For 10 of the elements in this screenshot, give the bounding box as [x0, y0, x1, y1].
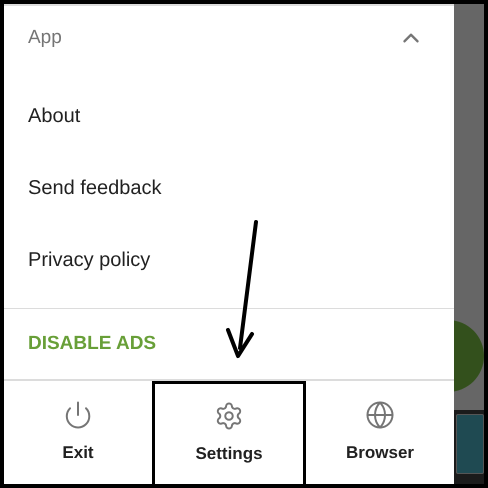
nav-tab[interactable]: Browser	[306, 381, 454, 484]
nav-tab[interactable]: Exit	[4, 381, 152, 484]
globe-icon	[365, 400, 395, 430]
nav-tab[interactable]: Settings	[152, 381, 306, 484]
menu-item[interactable]: Privacy policy	[4, 224, 454, 296]
settings-icon	[214, 401, 244, 432]
section-title: App	[28, 26, 62, 50]
menu-item[interactable]: About	[4, 80, 454, 152]
power-icon	[63, 400, 93, 430]
menu-item[interactable]: Send feedback	[4, 152, 454, 224]
